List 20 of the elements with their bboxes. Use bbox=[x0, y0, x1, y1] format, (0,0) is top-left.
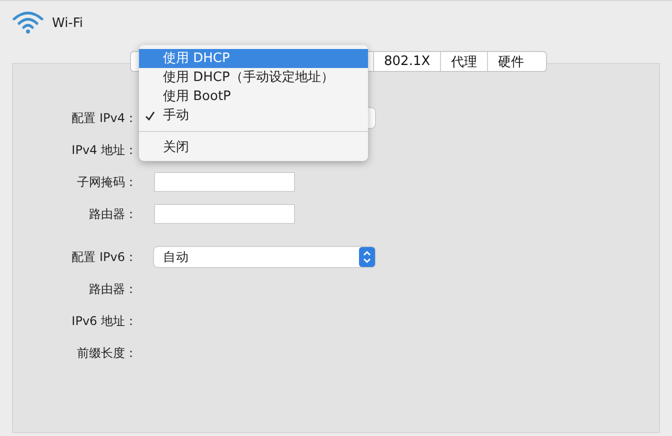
header-title: Wi-Fi bbox=[52, 16, 84, 30]
menu-item[interactable]: 关闭 bbox=[139, 138, 368, 157]
stepper-icon bbox=[359, 247, 375, 267]
field-label: 配置 IPv4： bbox=[70, 110, 137, 126]
field-label: 子网掩码： bbox=[76, 174, 137, 190]
field-label: IPv4 地址： bbox=[70, 142, 137, 158]
field-label: IPv6 地址： bbox=[70, 312, 137, 330]
menu-item[interactable]: 使用 BootP bbox=[139, 87, 368, 106]
input-field[interactable] bbox=[154, 172, 295, 192]
field-label: 配置 IPv6： bbox=[70, 248, 137, 266]
field-label: 路由器： bbox=[88, 206, 137, 222]
popup-button[interactable]: 自动 bbox=[154, 247, 375, 267]
menu-item[interactable]: 使用 DHCP bbox=[139, 49, 368, 68]
field-label: 前缀长度： bbox=[76, 344, 137, 362]
menu-item[interactable]: 使用 DHCP（手动设定地址） bbox=[139, 68, 368, 87]
field-label: 路由器： bbox=[88, 280, 137, 298]
input-field[interactable] bbox=[154, 204, 295, 224]
wifi-icon bbox=[12, 10, 44, 34]
checkmark-icon bbox=[145, 110, 155, 120]
menu-item[interactable]: 手动 bbox=[139, 106, 368, 125]
